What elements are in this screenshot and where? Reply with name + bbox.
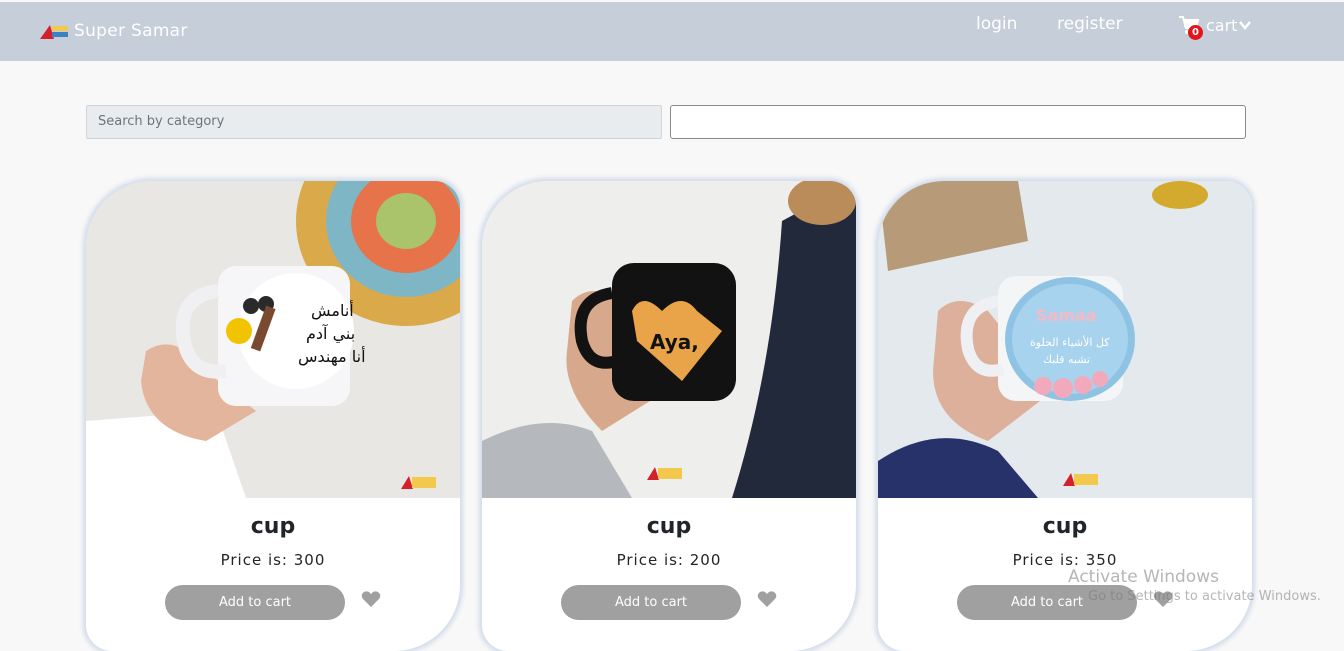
cart-count-badge: 0 [1188,25,1203,40]
category-search-select[interactable]: Search by category [86,105,662,139]
product-card: Aya, cup Price is: 200 Add to cart [482,181,856,651]
product-image: Aya, [482,181,856,498]
svg-text:أنا مهندس: أنا مهندس [298,346,366,367]
product-name: cup [250,514,296,539]
product-price: Price is: 300 [220,551,326,569]
cart-label: cart [1206,15,1238,35]
product-name: cup [646,514,692,539]
search-input[interactable] [670,105,1246,139]
product-name: cup [1042,514,1088,539]
cart-icon: 0 [1178,14,1203,40]
add-to-cart-button[interactable]: Add to cart [165,585,345,620]
brand-logo-icon [40,25,68,39]
navbar: Super Samar login register 0 cart [0,2,1344,61]
svg-text:Aya,: Aya, [650,330,699,354]
product-image: أنامش بني آدم أنا مهندس [86,181,460,498]
svg-text:أنامش: أنامش [311,300,354,321]
register-link[interactable]: register [1057,14,1123,34]
svg-text:Samaa: Samaa [1036,306,1097,325]
windows-activation-watermark: Activate Windows Go to Settings to activ… [1068,567,1321,604]
watermark-subtitle: Go to Settings to activate Windows. [1088,589,1321,604]
brand[interactable]: Super Samar [40,21,188,41]
product-image: Samaa كل الأشياء الحلوة تشبه قلبك [878,181,1252,498]
add-to-cart-button[interactable]: Add to cart [561,585,741,620]
login-link[interactable]: login [976,14,1017,34]
svg-text:تشبه قلبك: تشبه قلبك [1043,353,1090,366]
chevron-down-icon [1239,21,1252,30]
heart-icon[interactable] [361,590,381,608]
heart-icon[interactable] [757,590,777,608]
svg-text:بني آدم: بني آدم [306,324,355,344]
cart-dropdown[interactable]: 0 cart [1178,14,1252,40]
watermark-title: Activate Windows [1068,567,1219,587]
product-card: أنامش بني آدم أنا مهندس cup Price is: 30… [86,181,460,651]
brand-name: Super Samar [74,21,188,41]
svg-text:كل الأشياء الحلوة: كل الأشياء الحلوة [1030,335,1110,349]
product-price: Price is: 200 [616,551,722,569]
